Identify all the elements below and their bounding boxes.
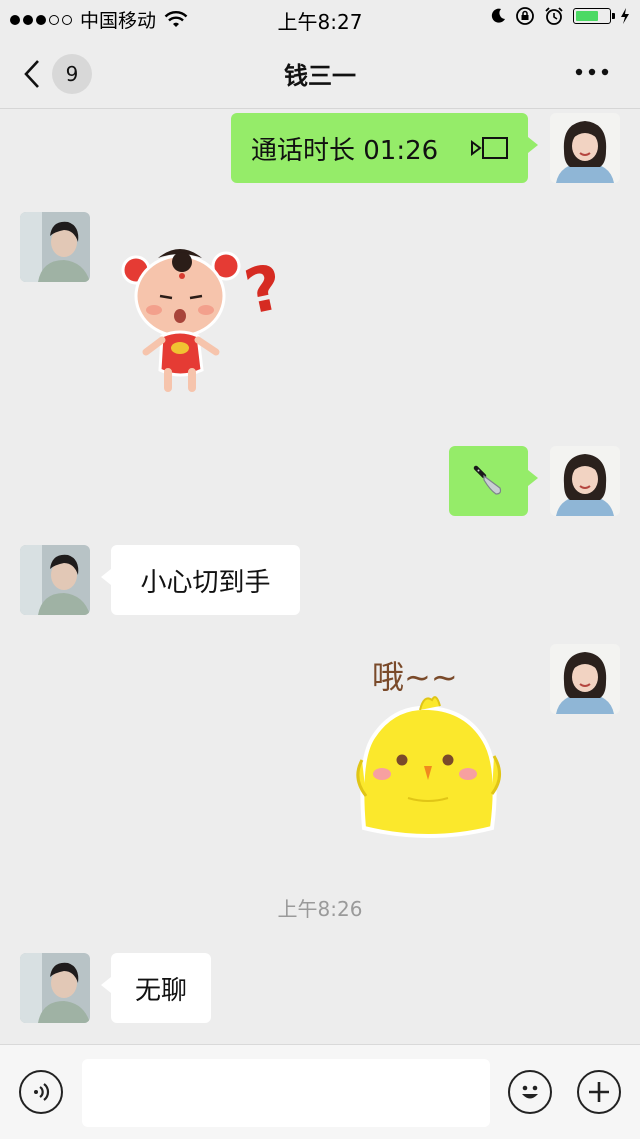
- status-bar: 中国移动 上午8:27: [0, 0, 640, 36]
- chat-screen: 中国移动 上午8:27 9 钱三一 通话时长 01:26 ? 小心切到手 哦~~…: [0, 0, 640, 1139]
- contact-avatar[interactable]: [20, 212, 90, 282]
- doll-question-mark: ?: [239, 250, 289, 329]
- message-timestamp: 上午8:26: [277, 897, 363, 921]
- contact-avatar[interactable]: [20, 953, 90, 1023]
- chick-sticker[interactable]: 哦~~: [344, 648, 514, 848]
- more-button[interactable]: [574, 58, 610, 86]
- moon-icon: [491, 8, 505, 23]
- emoji-button[interactable]: [508, 1070, 552, 1114]
- my-avatar[interactable]: [550, 446, 620, 516]
- nav-bar: 9 钱三一: [0, 36, 640, 109]
- rotation-lock-icon: [516, 7, 534, 25]
- chick-sticker-caption: 哦~~: [372, 658, 458, 696]
- input-bar: [0, 1044, 640, 1139]
- reply-bubble-bored[interactable]: 无聊: [101, 953, 211, 1023]
- plus-icon: [589, 1082, 609, 1102]
- plus-button[interactable]: [577, 1070, 621, 1114]
- battery-icon: [573, 8, 615, 24]
- doll-sticker[interactable]: ?: [118, 240, 308, 395]
- reply-bubble-careful[interactable]: 小心切到手: [101, 545, 300, 615]
- my-avatar[interactable]: [550, 644, 620, 714]
- more-icon: [575, 68, 609, 76]
- reply-text-bored: 无聊: [134, 975, 187, 1006]
- reply-text-careful: 小心切到手: [140, 567, 271, 598]
- call-duration-bubble[interactable]: 通话时长 01:26: [231, 113, 538, 183]
- knife-bubble[interactable]: [449, 446, 538, 516]
- charging-icon: [621, 8, 629, 24]
- my-avatar[interactable]: [550, 113, 620, 183]
- alarm-icon: [545, 7, 563, 25]
- message-input[interactable]: [82, 1059, 490, 1127]
- voice-icon: [34, 1083, 50, 1101]
- video-call-icon: [471, 137, 508, 159]
- chat-title: 钱三一: [284, 62, 356, 90]
- emoji-icon: [522, 1085, 538, 1099]
- voice-button[interactable]: [19, 1070, 63, 1114]
- contact-avatar[interactable]: [20, 545, 90, 615]
- call-duration-text: 通话时长 01:26: [251, 135, 439, 166]
- knife-icon: [473, 465, 501, 495]
